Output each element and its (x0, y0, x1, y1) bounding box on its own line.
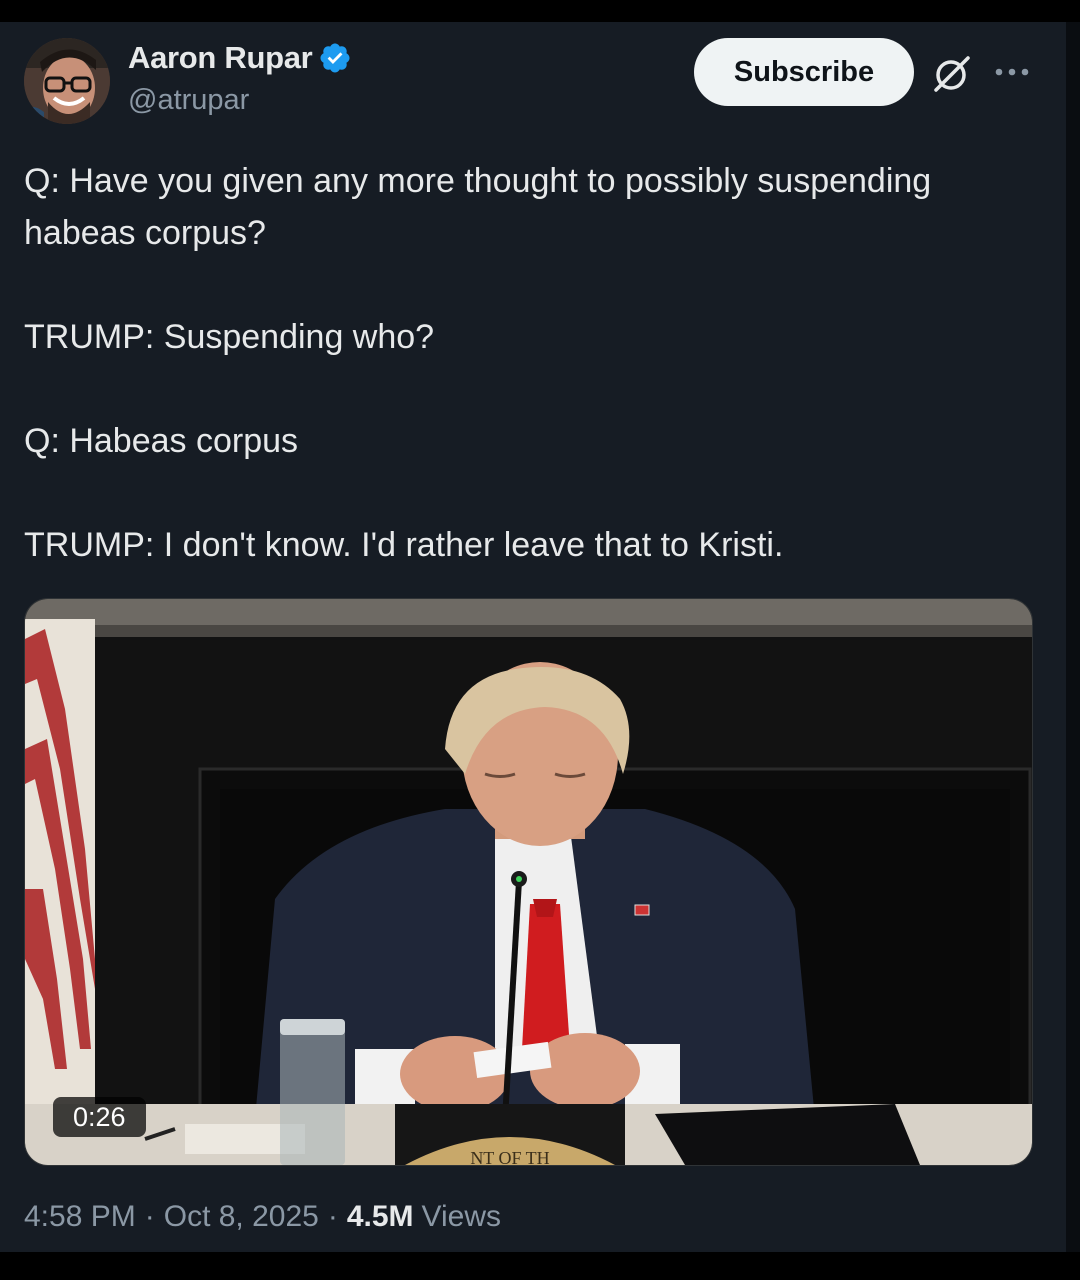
views-label: Views (421, 1200, 502, 1233)
avatar-photo (24, 38, 110, 124)
meta-separator: · (144, 1200, 155, 1233)
tweet-line: TRUMP: I don't know. I'd rather leave th… (24, 526, 784, 564)
tweet-line: Q: Have you given any more thought to po… (24, 162, 932, 252)
scroll-edge (1066, 22, 1080, 1252)
views-count[interactable]: 4.5M (347, 1200, 414, 1234)
meta-separator: · (327, 1200, 338, 1233)
video-duration: 0:26 (53, 1097, 146, 1137)
grok-icon[interactable] (930, 52, 974, 96)
more-icon[interactable] (992, 60, 1032, 84)
author-name[interactable]: Aaron Rupar (128, 40, 313, 76)
tweet-line: TRUMP: Suspending who? (24, 318, 435, 356)
author-handle[interactable]: @atrupar (128, 84, 249, 117)
tweet-date[interactable]: Oct 8, 2025 (164, 1200, 319, 1234)
tweet-text: Q: Have you given any more thought to po… (24, 155, 1044, 571)
tweet-meta: 4:58 PM · Oct 8, 2025 · 4.5M Views (24, 1200, 501, 1234)
avatar[interactable] (24, 38, 110, 124)
tweet-time[interactable]: 4:58 PM (24, 1200, 136, 1234)
video-frame: NT OF TH (25, 599, 1032, 1165)
verified-badge-icon (320, 43, 350, 73)
video-player[interactable]: NT OF TH 0:26 (24, 598, 1033, 1166)
author-name-row[interactable]: Aaron Rupar (128, 40, 352, 76)
tweet-line: Q: Habeas corpus (24, 422, 299, 460)
subscribe-button[interactable]: Subscribe (694, 38, 914, 106)
seal-text: NT OF TH (470, 1148, 549, 1165)
